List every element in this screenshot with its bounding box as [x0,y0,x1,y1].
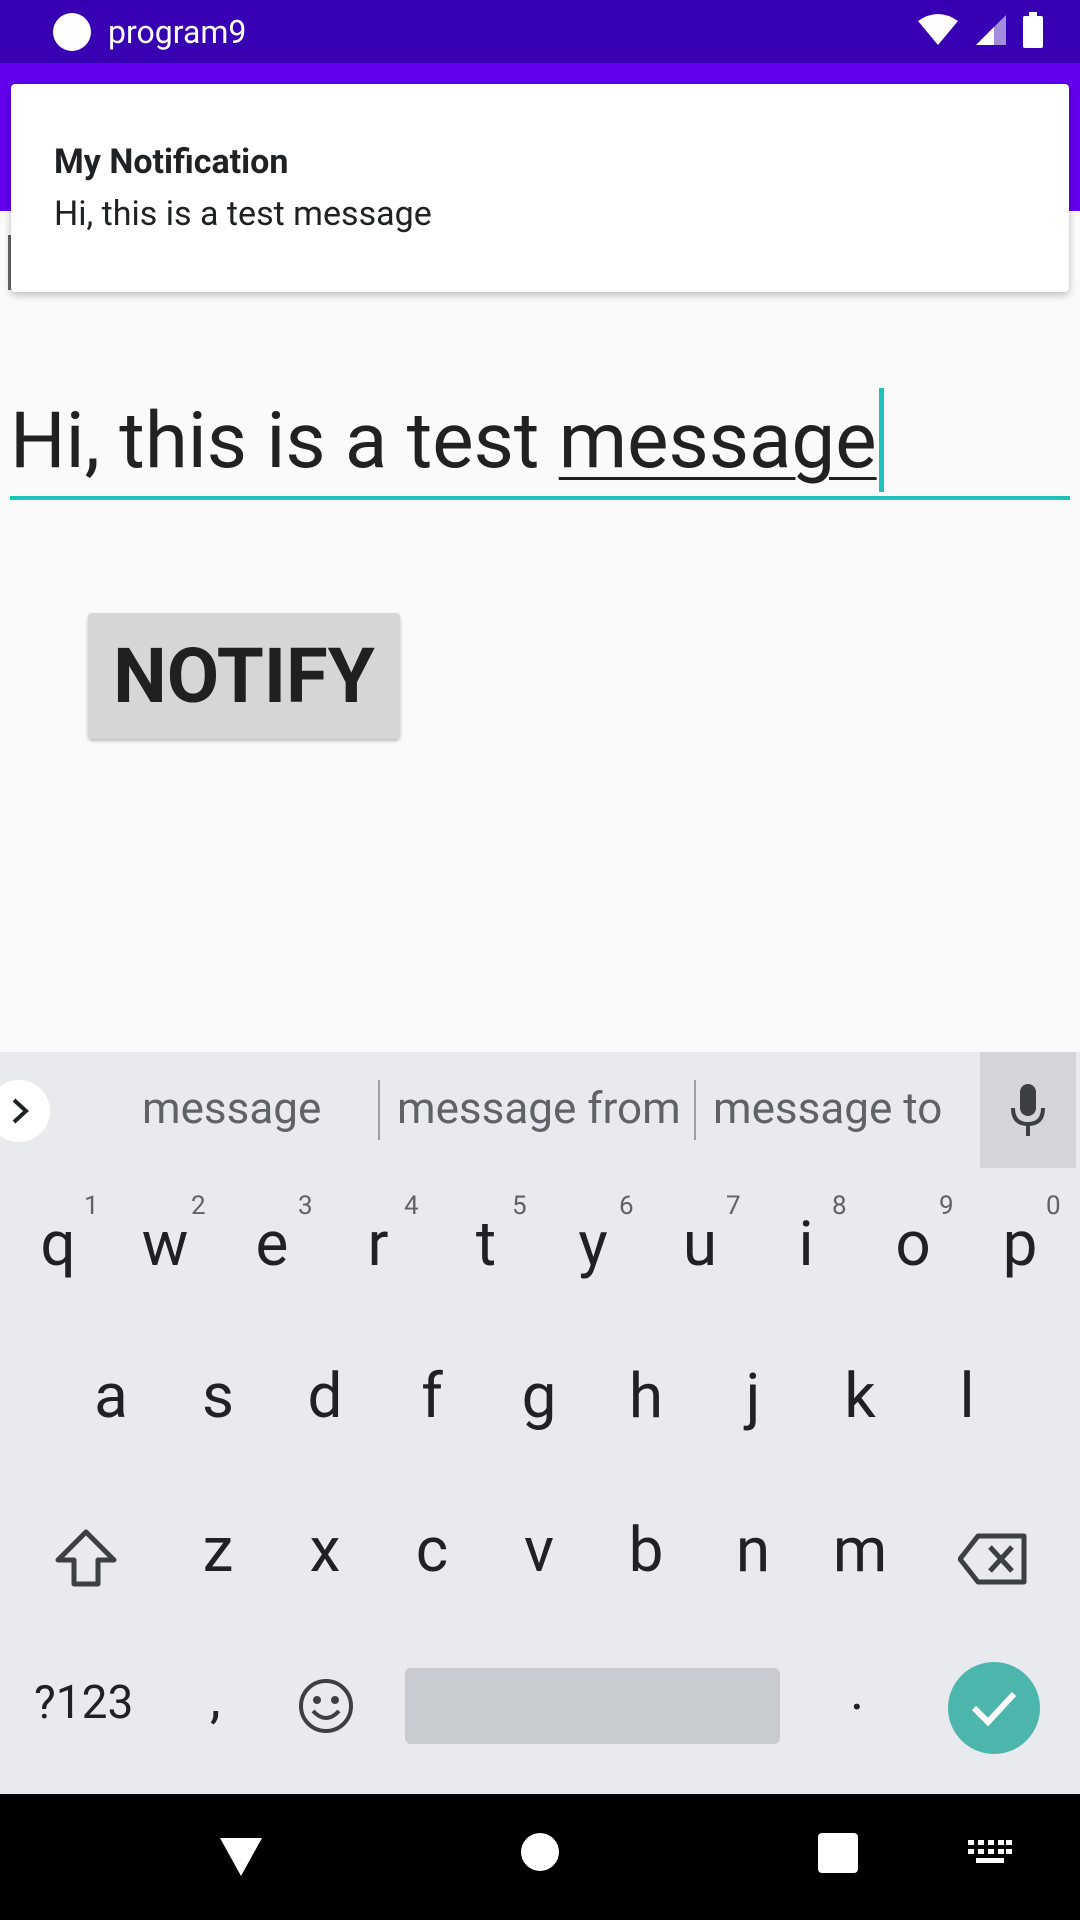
key-hint: 7 [726,1191,741,1221]
comma-key[interactable]: , [210,1668,221,1731]
key-g[interactable]: g [499,1360,579,1433]
key-hint: 9 [939,1191,954,1221]
key-j[interactable]: j [713,1360,793,1433]
key-hint: 6 [619,1191,634,1221]
key-h[interactable]: h [606,1360,686,1433]
check-icon [971,1691,1017,1727]
key-hint: 2 [191,1191,206,1221]
space-bar[interactable] [405,1668,780,1744]
home-icon[interactable] [520,1832,560,1872]
key-hint: 1 [84,1191,99,1221]
shift-icon[interactable] [54,1528,118,1588]
key-hint: 8 [832,1191,847,1221]
key-x[interactable]: x [285,1514,365,1587]
key-l[interactable]: l [927,1360,1007,1433]
mic-button[interactable] [980,1052,1076,1168]
key-a[interactable]: a [71,1360,151,1433]
status-bar: program9 [0,0,1080,63]
key-b[interactable]: b [606,1514,686,1587]
backspace-icon[interactable] [958,1532,1028,1586]
suggestion-divider [378,1080,380,1140]
key-d[interactable]: d [285,1360,365,1433]
key-hint: 4 [404,1191,419,1221]
message-input[interactable]: Hi, this is a test message [10,388,1070,502]
key-k[interactable]: k [820,1360,900,1433]
key-hint: 0 [1046,1191,1061,1221]
key-c[interactable]: c [392,1514,472,1587]
back-icon[interactable] [218,1834,264,1880]
status-app-name: program9 [108,13,247,51]
navigation-bar [0,1794,1080,1920]
key-n[interactable]: n [713,1514,793,1587]
key-s[interactable]: s [178,1360,258,1433]
suggestion-2[interactable]: message from [397,1082,681,1134]
notification-dot-icon [53,13,91,51]
keyboard-switch-icon[interactable] [968,1840,1012,1866]
suggestion-strip: message message from message to [0,1052,1080,1168]
battery-icon [1023,12,1043,48]
suggestion-3[interactable]: message to [713,1082,942,1134]
heads-up-notification[interactable]: My Notification Hi, this is a test messa… [11,84,1069,292]
notification-text: Hi, this is a test message [54,194,432,234]
signal-icon [976,15,1006,45]
message-input-underline [10,496,1070,500]
emoji-icon[interactable] [298,1678,354,1734]
key-f[interactable]: f [392,1360,472,1433]
key-v[interactable]: v [499,1514,579,1587]
chevron-right-icon[interactable] [0,1080,50,1142]
notification-title: My Notification [54,142,289,182]
key-z[interactable]: z [178,1514,258,1587]
recents-icon[interactable] [817,1832,859,1874]
suggestion-divider [694,1080,696,1140]
mic-icon [1011,1084,1045,1136]
suggestion-1[interactable]: message [142,1082,321,1134]
wifi-icon [918,14,958,45]
status-icons [916,12,1044,48]
text-cursor [878,388,884,493]
notify-button[interactable]: NOTIFY [88,613,400,739]
symbols-key[interactable]: ?123 [34,1676,133,1730]
key-hint: 3 [298,1191,313,1221]
period-key[interactable]: . [850,1660,864,1723]
key-m[interactable]: m [820,1514,900,1587]
message-input-prefix: Hi, this is a test [10,396,559,487]
message-input-composing-word: message [558,396,877,487]
enter-button[interactable] [948,1662,1040,1754]
key-hint: 5 [512,1191,527,1221]
